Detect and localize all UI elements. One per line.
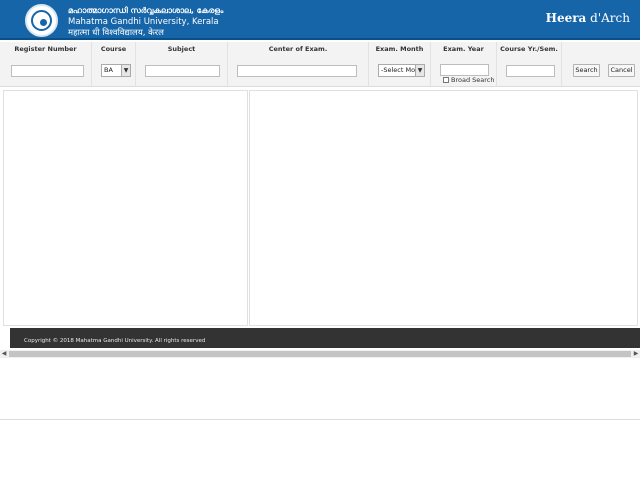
- scrollbar-thumb[interactable]: [9, 351, 631, 357]
- page-footer: Copyright © 2018 Mahatma Gandhi Universi…: [10, 328, 640, 348]
- app-brand: Heera d'Arch: [546, 11, 630, 25]
- course-select[interactable]: BA ▼: [101, 64, 131, 77]
- exam-year-input[interactable]: [440, 64, 489, 76]
- page-divider: [0, 419, 640, 420]
- column-course: Course BA ▼: [92, 42, 136, 87]
- document-viewer-pane: [249, 90, 638, 326]
- copyright-text: Copyright © 2018 Mahatma Gandhi Universi…: [24, 338, 206, 344]
- chevron-down-icon: ▼: [121, 65, 130, 76]
- search-button[interactable]: Search: [573, 64, 600, 77]
- column-actions: Search Cancel: [562, 42, 640, 87]
- course-sem-header: Course Yr./Sem.: [500, 45, 558, 53]
- course-sem-input[interactable]: [506, 65, 555, 77]
- subject-input[interactable]: [145, 65, 220, 77]
- broad-search-label: Broad Search: [451, 76, 495, 84]
- exam-month-selected-value: -Select Mon: [381, 66, 420, 74]
- app-header: മഹാത്മാഗാന്ധി സർവ്വകലാശാല, കേരളം Mahatma…: [0, 0, 640, 40]
- column-month: Exam. Month -Select Mon ▼: [369, 42, 431, 87]
- chevron-down-icon: ▼: [415, 65, 424, 76]
- cancel-button[interactable]: Cancel: [608, 64, 635, 77]
- register-number-input[interactable]: [11, 65, 84, 77]
- brand-rest: d'Arch: [586, 11, 630, 25]
- results-list-pane: [3, 90, 248, 326]
- chevron-right-icon[interactable]: ▶: [632, 350, 640, 358]
- exam-month-select[interactable]: -Select Mon ▼: [378, 64, 425, 77]
- column-year: Exam. Year Broad Search: [431, 42, 497, 87]
- course-selected-value: BA: [104, 66, 113, 74]
- university-name-english: Mahatma Gandhi University, Kerala: [68, 17, 219, 27]
- column-register: Register Number: [0, 42, 92, 87]
- center-header: Center of Exam.: [268, 45, 328, 53]
- subject-header: Subject: [167, 45, 196, 53]
- chevron-left-icon[interactable]: ◀: [0, 350, 8, 358]
- university-name-malayalam: മഹാത്മാഗാന്ധി സർവ്വകലാശാല, കേരളം: [68, 6, 224, 15]
- exam-year-header: Exam. Year: [443, 45, 484, 53]
- chakra-icon: [40, 19, 47, 26]
- exam-month-header: Exam. Month: [375, 45, 424, 53]
- logo-ring-icon: [31, 10, 52, 31]
- column-center: Center of Exam.: [228, 42, 369, 87]
- brand-bold: Heera: [545, 11, 587, 25]
- horizontal-scrollbar[interactable]: ◀ ▶: [0, 350, 640, 358]
- search-panel: Register Number Course BA ▼ Subject Cent…: [0, 42, 640, 87]
- column-course-sem: Course Yr./Sem.: [497, 42, 562, 87]
- broad-search-checkbox[interactable]: [443, 77, 449, 83]
- column-subject: Subject: [136, 42, 228, 87]
- center-of-exam-input[interactable]: [237, 65, 357, 77]
- course-header: Course: [100, 45, 127, 53]
- university-logo: [25, 4, 58, 37]
- register-number-header: Register Number: [14, 45, 77, 53]
- university-name-hindi: महात्मा धी विश्वविद्यालय, केरल: [68, 28, 164, 38]
